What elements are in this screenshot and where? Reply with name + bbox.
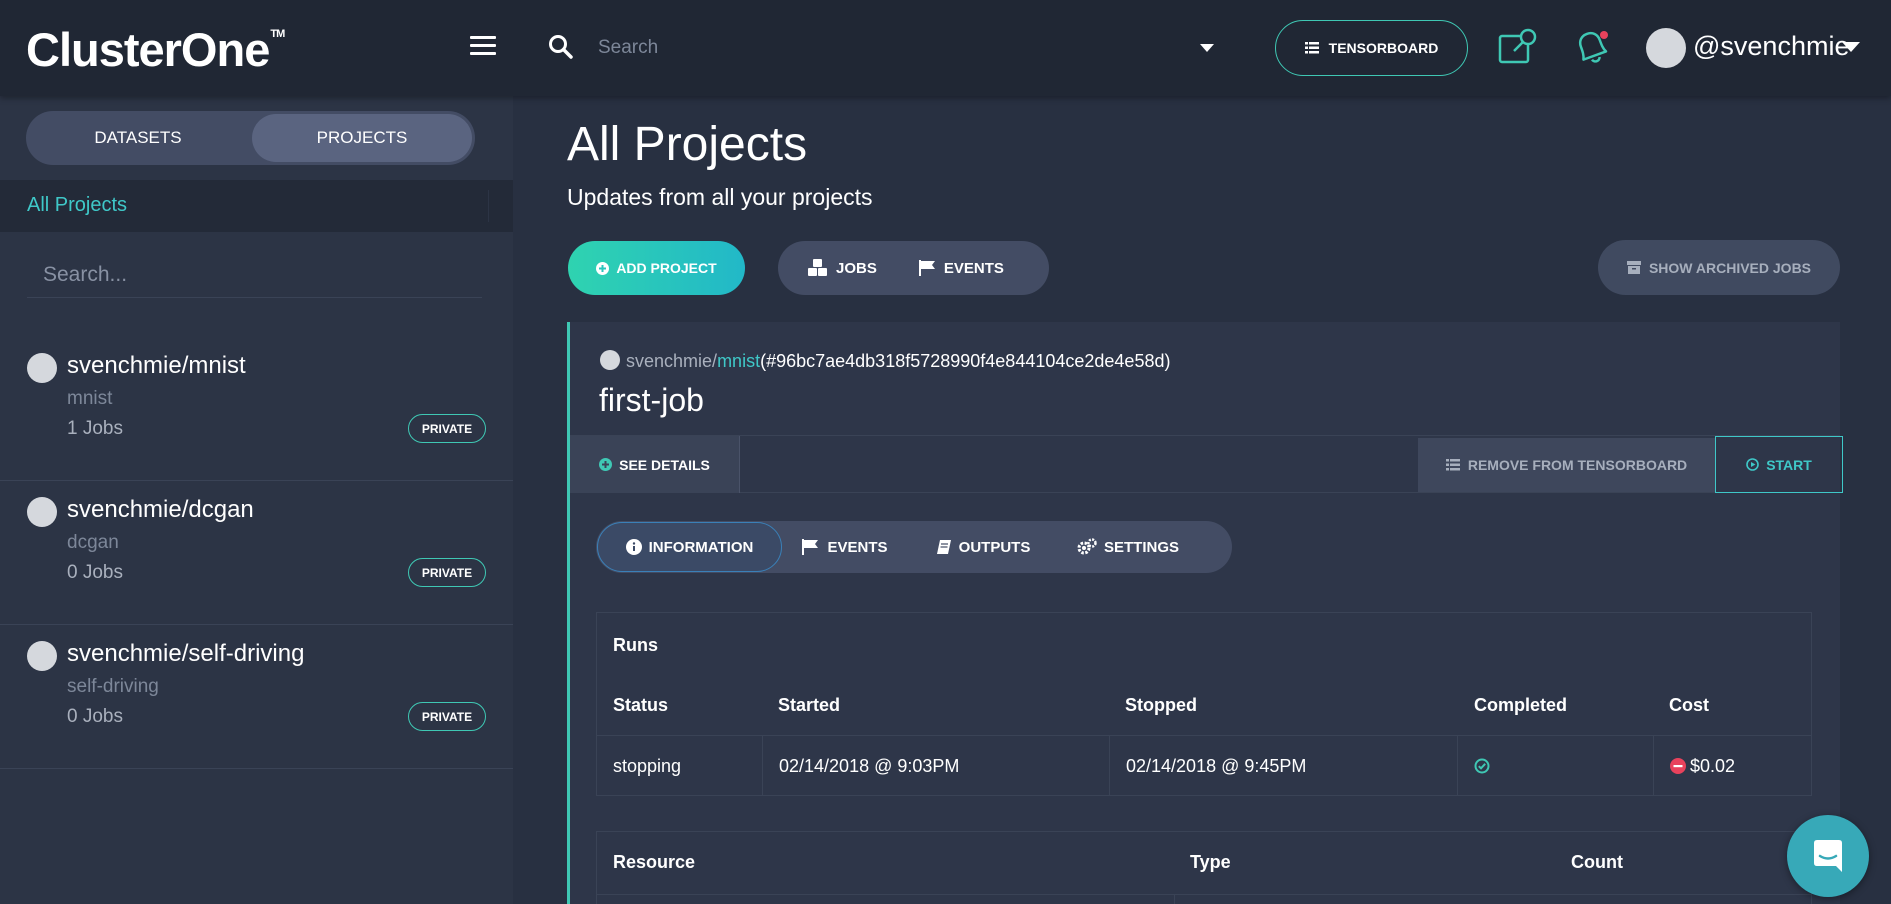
run-status: stopping [597, 736, 763, 796]
book-icon [936, 540, 951, 554]
clusterone-logo[interactable]: ClusterOneTM [26, 22, 285, 77]
job-path: svenchmie/mnist(#96bc7ae4db318f5728990f4… [626, 351, 1171, 371]
sidebar: DATASETS PROJECTS All Projects svenchmie… [0, 96, 513, 904]
project-item-dcgan[interactable]: svenchmie/dcgan dcgan 0 Jobs PRIVATE [0, 481, 513, 625]
sidebar-toggle: DATASETS PROJECTS [26, 111, 475, 165]
project-avatar [27, 353, 57, 383]
notification-bell-icon[interactable] [1570, 26, 1616, 70]
user-menu-chevron-icon[interactable] [1842, 42, 1860, 52]
search-dropdown-icon[interactable] [1200, 44, 1214, 52]
list-icon [1304, 42, 1319, 54]
tab-projects[interactable]: PROJECTS [252, 114, 472, 162]
column-header: Completed [1474, 695, 1568, 715]
runs-title: Runs [613, 635, 658, 655]
project-item-mnist[interactable]: svenchmie/mnist mnist 1 Jobs PRIVATE [0, 337, 513, 481]
start-button[interactable]: START [1715, 436, 1843, 493]
chat-support-button[interactable] [1787, 815, 1869, 897]
tensorboard-button[interactable]: TENSORBOARD [1275, 20, 1468, 76]
project-item-self-driving[interactable]: svenchmie/self-driving self-driving 0 Jo… [0, 625, 513, 769]
plus-circle-icon [599, 458, 613, 471]
gears-icon [1077, 538, 1097, 555]
list-icon [1445, 459, 1460, 471]
job-repo-link[interactable]: mnist [717, 351, 760, 371]
search-input[interactable] [598, 28, 1138, 68]
remove-from-tensorboard-button[interactable]: REMOVE FROM TENSORBOARD [1418, 438, 1715, 492]
project-job-count: 0 Jobs [67, 706, 123, 727]
menu-icon[interactable] [470, 36, 496, 56]
search-icon[interactable] [548, 34, 574, 60]
archive-icon [1626, 261, 1641, 274]
private-badge: PRIVATE [408, 414, 486, 443]
show-archived-jobs-button[interactable]: SHOW ARCHIVED JOBS [1598, 240, 1840, 295]
job-owner-link[interactable]: svenchmie [626, 351, 712, 371]
tensorboard-label: TENSORBOARD [1328, 40, 1439, 56]
flag-icon [802, 539, 819, 555]
project-job-count: 1 Jobs [67, 418, 123, 439]
job-action-bar: SEE DETAILS REMOVE FROM TENSORBOARD STAR… [570, 435, 1843, 493]
add-project-button[interactable]: ADD PROJECT [568, 241, 745, 295]
table-row: stopping 02/14/2018 @ 9:03PM 02/14/2018 … [597, 735, 1811, 796]
plus-circle-icon [596, 261, 610, 275]
tab-information[interactable]: INFORMATION [597, 522, 782, 572]
tab-events[interactable]: EVENTS [782, 522, 908, 572]
play-circle-icon [1746, 458, 1759, 471]
runs-table: Runs Status Started Stopped Completed Co… [596, 612, 1812, 796]
column-header: Cost [1669, 695, 1709, 715]
tab-outputs[interactable]: OUTPUTS [908, 522, 1058, 572]
jobs-events-switch: JOBS EVENTS [778, 241, 1049, 295]
job-title: first-job [599, 382, 704, 418]
run-started: 02/14/2018 @ 9:03PM [763, 736, 1110, 796]
global-search [548, 28, 1218, 68]
user-avatar[interactable] [1646, 28, 1686, 68]
column-header: Count [1571, 852, 1623, 872]
project-search-input[interactable] [27, 252, 482, 298]
page-title: All Projects [567, 118, 808, 171]
run-stopped: 02/14/2018 @ 9:45PM [1110, 736, 1458, 796]
project-job-count: 0 Jobs [67, 562, 123, 583]
project-repo: mnist [67, 388, 113, 409]
flag-icon [918, 260, 935, 276]
private-badge: PRIVATE [408, 558, 486, 587]
top-bar: ClusterOneTM TENSORBOARD @svenchmie [0, 0, 1891, 96]
cubes-icon [808, 259, 827, 276]
run-cost: $0.02 [1654, 736, 1811, 796]
minus-circle-icon [1670, 758, 1686, 774]
project-repo: self-driving [67, 676, 159, 697]
all-projects-bar: All Projects [0, 180, 513, 232]
column-header: Stopped [1125, 695, 1197, 715]
see-details-button[interactable]: SEE DETAILS [570, 436, 740, 493]
tab-settings[interactable]: SETTINGS [1058, 522, 1198, 572]
project-repo: dcgan [67, 532, 119, 553]
run-completed [1458, 736, 1654, 796]
project-name: svenchmie/self-driving [67, 640, 305, 667]
new-message-icon[interactable] [1498, 28, 1540, 66]
resources-table: Resource Type Count [596, 831, 1812, 904]
job-owner-avatar [600, 350, 620, 370]
job-commit-hash: (#96bc7ae4db318f5728990f4e844104ce2de4e5… [760, 351, 1171, 371]
job-tabs: INFORMATION EVENTS OUTPUTS SETTINGS [596, 521, 1232, 573]
check-circle-icon [1474, 758, 1490, 774]
jobs-button[interactable]: JOBS [778, 259, 893, 277]
chat-icon [1814, 840, 1842, 872]
info-icon [625, 539, 642, 555]
column-header: Started [778, 695, 841, 715]
project-name: svenchmie/mnist [67, 352, 246, 379]
column-header: Status [613, 695, 669, 715]
project-avatar [27, 641, 57, 671]
events-button[interactable]: EVENTS [893, 260, 1020, 277]
job-card: svenchmie/mnist(#96bc7ae4db318f5728990f4… [567, 322, 1843, 904]
project-name: svenchmie/dcgan [67, 496, 254, 523]
all-projects-link[interactable]: All Projects [27, 194, 127, 217]
tab-datasets[interactable]: DATASETS [29, 114, 247, 162]
project-avatar [27, 497, 57, 527]
column-header: Type [1190, 852, 1231, 872]
username[interactable]: @svenchmie [1693, 31, 1849, 62]
column-header: Resource [613, 852, 696, 872]
private-badge: PRIVATE [408, 702, 486, 731]
page-subtitle: Updates from all your projects [567, 184, 873, 210]
